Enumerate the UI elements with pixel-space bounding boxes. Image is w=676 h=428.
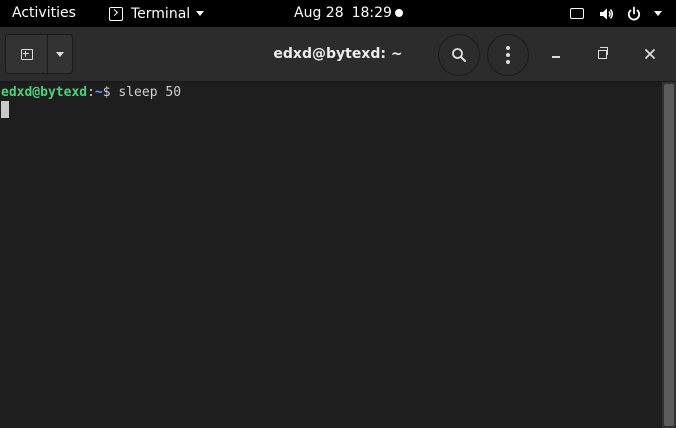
terminal-headerbar: edxd@bytexd: ~	[0, 27, 676, 82]
command-text: sleep 50	[118, 85, 182, 100]
power-icon	[626, 6, 642, 22]
screen-icon	[570, 6, 586, 22]
clock[interactable]: Aug 28 18:29	[294, 5, 392, 21]
clock-time: 18:29	[351, 5, 392, 21]
prompt-line: edxd@bytexd:~$ sleep 50	[1, 85, 181, 100]
notification-dot-icon	[395, 9, 403, 17]
chevron-down-icon	[56, 51, 64, 57]
new-tab-button[interactable]	[6, 35, 48, 73]
minimize-icon	[552, 56, 560, 58]
search-icon	[452, 48, 466, 62]
kebab-menu-icon	[506, 46, 510, 64]
minimize-button[interactable]	[546, 44, 566, 64]
scrollbar-thumb[interactable]	[664, 84, 674, 426]
new-tab-group	[5, 34, 73, 74]
prompt-separator: :	[87, 85, 95, 100]
clock-date: Aug 28	[294, 5, 344, 21]
close-button[interactable]	[640, 44, 660, 64]
scrollbar[interactable]	[662, 82, 676, 428]
maximize-icon	[597, 46, 608, 59]
activities-button[interactable]: Activities	[12, 5, 76, 21]
chevron-down-icon	[196, 11, 205, 16]
terminal-output[interactable]: edxd@bytexd:~$ sleep 50	[0, 82, 662, 428]
search-button[interactable]	[438, 34, 480, 76]
new-tab-menu-button[interactable]	[48, 35, 72, 73]
menu-button[interactable]	[487, 34, 529, 76]
prompt-symbol: $	[102, 85, 119, 100]
new-tab-icon	[20, 48, 33, 60]
maximize-button[interactable]	[592, 44, 612, 64]
window-title: edxd@bytexd: ~	[273, 46, 403, 62]
app-menu-label: Terminal	[131, 5, 191, 22]
system-tray[interactable]	[570, 4, 662, 23]
chevron-down-icon	[654, 11, 662, 16]
app-menu[interactable]: Terminal	[109, 3, 205, 24]
prompt-path: ~	[94, 85, 103, 100]
terminal-icon	[109, 6, 123, 21]
top-panel: Activities Terminal Aug 28 18:29	[0, 0, 676, 27]
speaker-icon	[598, 6, 614, 22]
text-cursor	[1, 101, 9, 118]
close-icon	[645, 49, 655, 59]
prompt-user: edxd@bytexd	[1, 85, 88, 100]
